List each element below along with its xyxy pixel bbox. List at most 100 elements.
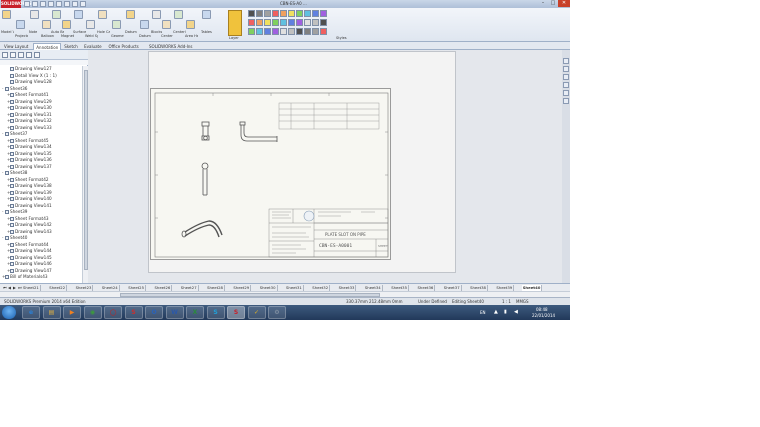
drawing-view-isometric[interactable]	[181, 220, 223, 238]
ribbon-button-note[interactable]	[30, 10, 39, 19]
ribbon-button-magnetic-line[interactable]	[62, 20, 71, 29]
property-manager-tab-icon[interactable]	[10, 52, 16, 58]
tab-annotation[interactable]: Annotation	[33, 43, 62, 50]
undo-icon[interactable]	[56, 1, 62, 7]
ribbon-button-tables[interactable]	[202, 10, 211, 19]
style-swatch[interactable]	[256, 10, 263, 17]
ribbon-button-auto-balloon[interactable]	[52, 10, 61, 19]
style-swatch[interactable]	[304, 28, 311, 35]
display-manager-tab-icon[interactable]	[34, 52, 40, 58]
resources-icon[interactable]	[563, 58, 569, 64]
drawing-view-top[interactable]	[201, 162, 209, 196]
feature-tree-tab-icon[interactable]	[2, 52, 8, 58]
taskbar-chrome-icon[interactable]: ◉	[83, 306, 102, 319]
taskbar-word-icon[interactable]: W	[165, 306, 184, 319]
tray-time[interactable]: 08:48	[536, 307, 548, 312]
network-icon[interactable]: ▮	[504, 309, 507, 315]
print-icon[interactable]	[48, 1, 54, 7]
ribbon-button-center-mark[interactable]	[162, 20, 171, 29]
ribbon-button-geometric-tolerance[interactable]	[112, 20, 121, 29]
taskbar-checker-icon[interactable]: ✓	[247, 306, 266, 319]
open-icon[interactable]	[32, 1, 38, 7]
style-swatch[interactable]	[304, 19, 311, 26]
style-swatch[interactable]	[312, 19, 319, 26]
style-swatch[interactable]	[280, 10, 287, 17]
tree-filter[interactable]	[0, 60, 88, 65]
style-swatch[interactable]	[312, 10, 319, 17]
style-swatch[interactable]	[248, 10, 255, 17]
style-swatch[interactable]	[288, 19, 295, 26]
ribbon-button-blocks[interactable]	[152, 10, 161, 19]
style-swatch[interactable]	[320, 28, 327, 35]
ribbon-button-hole-callout[interactable]	[98, 10, 107, 19]
style-swatch[interactable]	[272, 28, 279, 35]
ribbon-button-datum-feature[interactable]	[126, 10, 135, 19]
style-swatch[interactable]	[296, 19, 303, 26]
taskbar-outlook-icon[interactable]: O	[145, 306, 163, 319]
drawing-view-front[interactable]	[201, 121, 210, 141]
ribbon-button-balloon[interactable]	[42, 20, 51, 29]
ribbon-button-weld-symbol[interactable]	[86, 20, 95, 29]
file-explorer-icon[interactable]	[563, 74, 569, 80]
style-swatch[interactable]	[288, 28, 295, 35]
ribbon-button-surface-finish[interactable]	[74, 10, 83, 19]
style-swatch[interactable]	[264, 28, 271, 35]
style-swatch[interactable]	[296, 28, 303, 35]
ribbon-button-datum-target[interactable]	[140, 20, 149, 29]
taskbar-settings-icon[interactable]: ⚙	[268, 306, 286, 319]
style-swatch[interactable]	[280, 28, 287, 35]
tree-sheet-node[interactable]: + Bill of Materials43	[0, 274, 82, 281]
taskbar-opera-icon[interactable]: ◯	[104, 306, 122, 319]
taskbar-media-icon[interactable]: ▶	[63, 306, 81, 319]
maximize-button[interactable]: □	[548, 0, 558, 7]
new-icon[interactable]	[24, 1, 30, 7]
style-swatch[interactable]	[264, 10, 271, 17]
tray-up-arrow-icon[interactable]: ▲	[494, 309, 498, 315]
options-icon[interactable]	[80, 1, 86, 7]
close-button[interactable]: ✕	[558, 0, 570, 7]
tab-office-products[interactable]: Office Products	[107, 43, 141, 50]
style-swatch[interactable]	[320, 10, 327, 17]
start-button[interactable]	[2, 306, 16, 319]
view-palette-icon[interactable]	[563, 82, 569, 88]
tray-date[interactable]: 22/01/2014	[532, 313, 555, 318]
style-swatch[interactable]	[272, 19, 279, 26]
ribbon-button-model-view[interactable]	[2, 10, 11, 19]
style-swatch[interactable]	[320, 19, 327, 26]
app-logo[interactable]: SOLIDWORKS	[1, 0, 32, 8]
ribbon-button-projected-view[interactable]	[16, 20, 25, 29]
appearances-icon[interactable]	[563, 90, 569, 96]
drawing-view-side[interactable]	[239, 121, 278, 142]
style-swatch[interactable]	[304, 10, 311, 17]
tray-language[interactable]: EN	[480, 310, 486, 315]
taskbar-skype-icon[interactable]: S	[206, 306, 225, 319]
volume-icon[interactable]: ◀	[514, 309, 518, 315]
taskbar-explorer-icon[interactable]: ▤	[42, 306, 61, 319]
style-swatch[interactable]	[248, 19, 255, 26]
style-swatch[interactable]	[296, 10, 303, 17]
style-swatch[interactable]	[288, 10, 295, 17]
configuration-tab-icon[interactable]	[18, 52, 24, 58]
graphics-area[interactable]: PLATE SLOT ON PIPE CBN-ES-A0001 SHEET	[88, 50, 562, 283]
custom-properties-icon[interactable]	[563, 98, 569, 104]
style-swatch[interactable]	[256, 28, 263, 35]
save-icon[interactable]	[40, 1, 46, 7]
taskbar-ie-icon[interactable]: e	[22, 306, 40, 319]
ribbon-button-area-hatch-fill[interactable]	[186, 20, 195, 29]
style-swatch[interactable]	[264, 19, 271, 26]
ribbon-button-centerline[interactable]	[174, 10, 183, 19]
tab-sketch[interactable]: Sketch	[62, 43, 79, 50]
drawing-sheet[interactable]: PLATE SLOT ON PIPE CBN-ES-A0001 SHEET	[150, 88, 391, 260]
style-swatch[interactable]	[256, 19, 263, 26]
style-swatch[interactable]	[272, 10, 279, 17]
tab-evaluate[interactable]: Evaluate	[82, 43, 103, 50]
dim-expert-tab-icon[interactable]	[26, 52, 32, 58]
style-swatch[interactable]	[312, 28, 319, 35]
select-icon[interactable]	[64, 1, 70, 7]
design-library-icon[interactable]	[563, 66, 569, 72]
taskbar-solidworks-launcher-icon[interactable]: S	[124, 306, 143, 319]
tab-solidworks-add-ins[interactable]: SOLIDWORKS Add-Ins	[147, 43, 194, 50]
tab-view-layout[interactable]: View Layout	[2, 43, 30, 50]
style-swatch[interactable]	[248, 28, 255, 35]
rebuild-icon[interactable]	[72, 1, 78, 7]
